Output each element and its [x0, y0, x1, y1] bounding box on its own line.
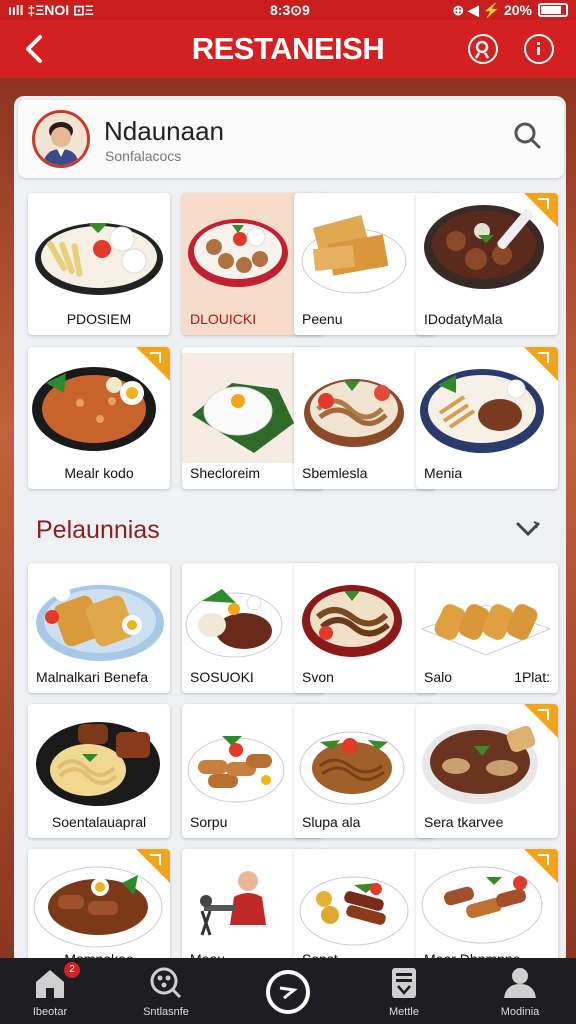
home-icon: [36, 970, 64, 998]
dish-image: [420, 604, 552, 656]
dish-image: [299, 731, 405, 805]
app-header: RESTANEISH: [0, 20, 576, 78]
user-icon: [504, 968, 536, 998]
dish-label: IDodatyMala: [424, 311, 503, 327]
dish-card[interactable]: Soentalauapral: [28, 704, 170, 838]
dish-image: [302, 585, 402, 657]
menu-book-icon: [392, 968, 416, 998]
dish-card[interactable]: Malnalkari Benefa: [28, 563, 170, 693]
dish-image: [301, 215, 407, 294]
dish-label: PDOSIEM: [66, 311, 132, 327]
dish-image: [299, 876, 409, 946]
dish-card[interactable]: PDOSIEM: [28, 193, 170, 335]
dish-card[interactable]: Slupa ala: [294, 704, 436, 838]
nav-item-center[interactable]: [238, 958, 338, 1024]
dish-image: [35, 223, 163, 295]
nav-label: Mettle: [389, 1006, 419, 1018]
dish-card[interactable]: Salo 1Plat:: [416, 563, 558, 693]
dish-card[interactable]: Sera tkarvee: [416, 704, 558, 838]
expand-chevron-icon[interactable]: [514, 518, 542, 542]
bookmark-badge-icon: [524, 193, 558, 227]
section-title: Pelaunnias: [36, 516, 160, 544]
bookmark-badge-icon: [524, 704, 558, 738]
info-icon[interactable]: [524, 34, 554, 64]
dish-card[interactable]: Menia: [416, 347, 558, 489]
status-right: ⊕ ◀ ⚡ 20%: [452, 2, 532, 18]
status-clock: 8:3⊙9: [270, 2, 310, 18]
dish-card[interactable]: Mear Dhnmpne: [416, 849, 558, 969]
avatar[interactable]: [32, 110, 90, 168]
bottom-nav: 2 Ibeotar Sntlasnfe Mettle Modinia: [0, 958, 576, 1024]
explore-icon: [150, 967, 182, 999]
dish-price: 1Plat:: [514, 669, 550, 685]
nav-item-home[interactable]: 2 Ibeotar: [0, 958, 100, 1024]
dish-label: Svon: [302, 669, 334, 685]
profile-search-icon[interactable]: [468, 34, 498, 64]
dish-image: [304, 379, 404, 447]
bookmark-badge-icon: [136, 849, 170, 883]
nav-item-profile[interactable]: Modinia: [470, 958, 570, 1024]
nav-label: Modinia: [500, 1006, 540, 1018]
clock-icon: [266, 970, 310, 1014]
dish-card[interactable]: IDodatyMala: [416, 193, 558, 335]
dish-label: Menia: [424, 465, 463, 481]
nav-item-explore[interactable]: Sntlasnfe: [116, 958, 216, 1024]
profile-name: Ndaunaan: [104, 116, 224, 146]
dish-label: Sera tkarvee: [424, 814, 504, 830]
battery-icon: [538, 3, 568, 17]
notification-badge: 2: [64, 962, 80, 978]
dish-image: [36, 585, 164, 661]
dish-label: Peenu: [302, 311, 343, 327]
dish-label: Malnalkari Benefa: [36, 669, 149, 685]
nav-item-menu[interactable]: Mettle: [354, 958, 454, 1024]
dish-label: Sbemlesla: [302, 465, 368, 481]
profile-subtitle: Sonfalacocs: [105, 148, 182, 164]
dish-card[interactable]: Mompakee: [28, 849, 170, 969]
dish-card[interactable]: Sbemlesla: [294, 347, 436, 489]
bookmark-badge-icon: [524, 347, 558, 381]
dish-card[interactable]: Peenu: [294, 193, 436, 335]
dish-label: Mealr kodo: [64, 465, 134, 481]
dish-card[interactable]: Sapst: [294, 849, 436, 969]
dish-label: Soentalauapral: [51, 814, 147, 830]
status-bar: ııll ‡ΞNOI ⊡Ξ 8:3⊙9 ⊕ ◀ ⚡ 20%: [0, 0, 576, 20]
bookmark-badge-icon: [524, 849, 558, 883]
dish-card[interactable]: Svon: [294, 563, 436, 693]
status-left: ııll ‡ΞNOI ⊡Ξ: [8, 2, 94, 18]
profile-card[interactable]: Ndaunaan Sonfalacocs: [18, 100, 564, 178]
dish-card[interactable]: Mealr kodo: [28, 347, 170, 489]
nav-label: Ibeotar: [32, 1006, 68, 1018]
search-icon[interactable]: [512, 120, 542, 150]
nav-label: Sntlasnfe: [143, 1006, 189, 1018]
dish-label: Slupa ala: [302, 814, 361, 830]
dish-image: [36, 722, 160, 806]
bookmark-badge-icon: [136, 347, 170, 381]
